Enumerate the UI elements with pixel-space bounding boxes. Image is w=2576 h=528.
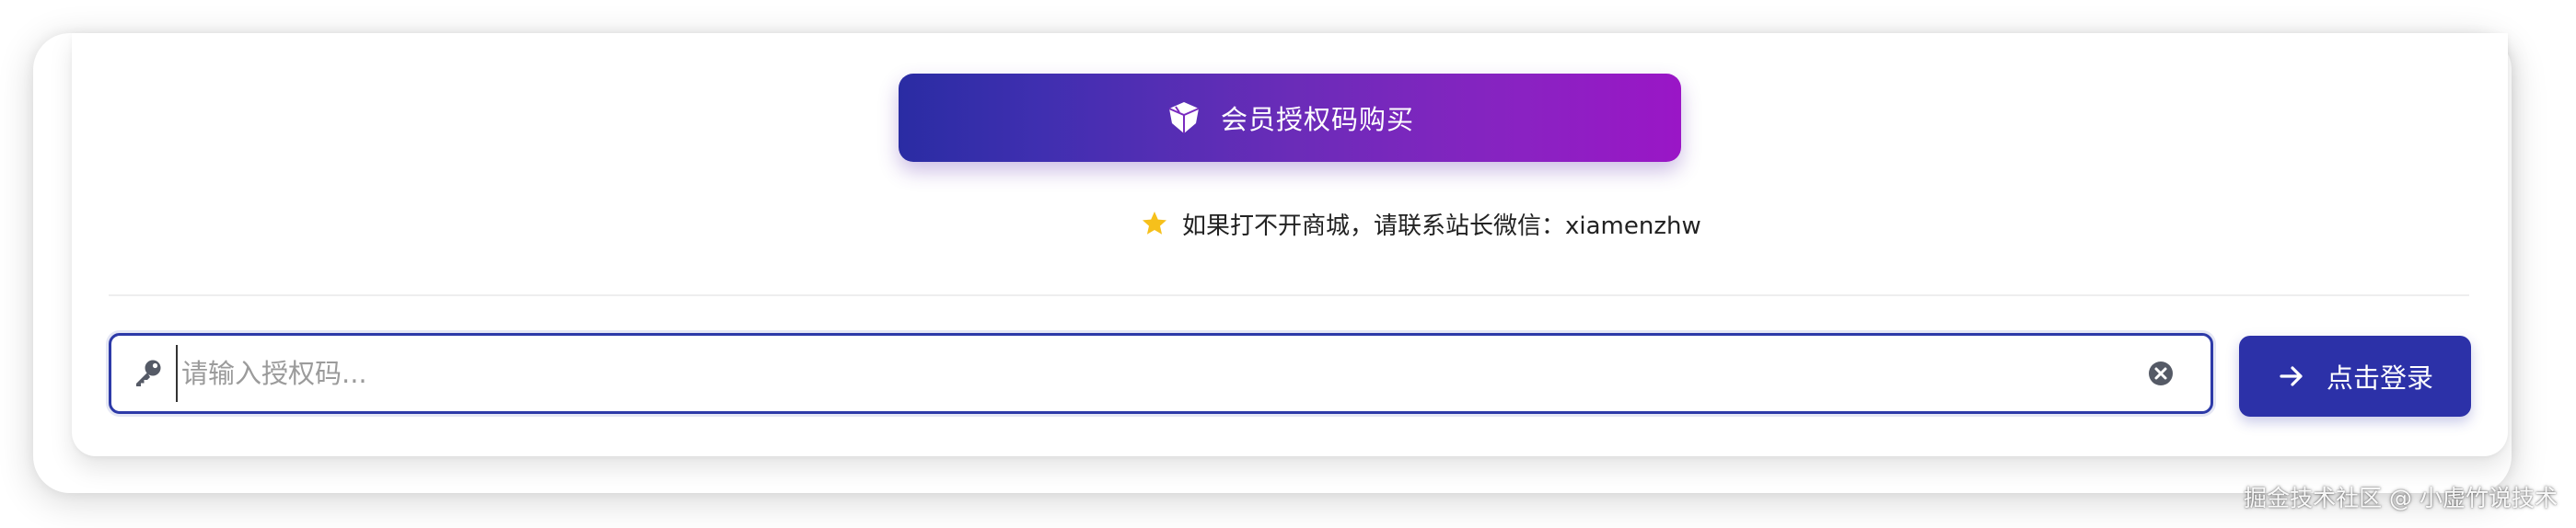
- divider: [109, 294, 2469, 296]
- arrow-right-icon: [2277, 362, 2306, 391]
- clear-icon[interactable]: [2146, 359, 2176, 388]
- auth-code-input[interactable]: [176, 345, 2146, 402]
- login-button[interactable]: 点击登录: [2239, 336, 2471, 417]
- notice-text: 如果打不开商城，请联系站长微信：xiamenzhw: [1182, 212, 1701, 240]
- purchase-button-label: 会员授权码购买: [1220, 104, 1414, 135]
- watermark: 掘金技术社区 @ 小虚竹说技术: [2244, 485, 2558, 511]
- contact-notice: 如果打不开商城，请联系站长微信：xiamenzhw: [1140, 204, 1701, 243]
- login-button-label: 点击登录: [2326, 362, 2433, 394]
- star-icon: [1140, 209, 1169, 238]
- key-icon: [130, 355, 167, 392]
- auth-code-field[interactable]: [109, 333, 2213, 414]
- diamond-icon: [1166, 99, 1202, 136]
- purchase-auth-code-button[interactable]: 会员授权码购买: [899, 74, 1681, 162]
